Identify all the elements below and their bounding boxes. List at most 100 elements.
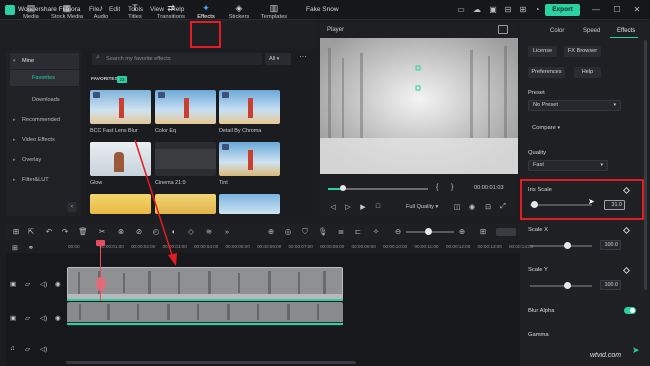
grid-view-icon[interactable]: ⊞: [478, 227, 488, 236]
crop-icon[interactable]: ⊡: [483, 203, 493, 211]
zoom-handle[interactable]: [425, 228, 432, 235]
layout-icon[interactable]: ⊞: [11, 227, 21, 236]
scale-y-value[interactable]: 100.0: [600, 280, 621, 290]
tab-stickers[interactable]: ◈ Stickers: [222, 2, 256, 26]
sidebar-item-favorites[interactable]: Favorites: [10, 70, 79, 86]
redo-icon[interactable]: ↷: [60, 227, 70, 236]
scale-x-slider[interactable]: [530, 245, 592, 247]
snapshot-icon[interactable]: ◫: [452, 203, 462, 211]
video-clip[interactable]: [67, 302, 343, 326]
tab-stock-media[interactable]: ▦ Stock Media: [48, 2, 86, 26]
scrubber-handle[interactable]: [340, 185, 346, 191]
close-icon[interactable]: ✕: [632, 5, 642, 15]
audio-stretch-icon[interactable]: ⊗: [116, 227, 126, 236]
preset-dropdown[interactable]: No Preset ▾: [528, 100, 621, 111]
snap-icon-tl[interactable]: ⊏: [353, 227, 363, 236]
speed-icon[interactable]: ◴: [151, 227, 161, 236]
eye-icon[interactable]: ◉: [55, 314, 61, 322]
iris-scale-slider[interactable]: [530, 204, 592, 206]
shield-icon[interactable]: ⛉: [300, 227, 310, 237]
tab-transitions[interactable]: ⇄ Transitions: [153, 2, 189, 26]
sidebar-item-mine[interactable]: ▾ Mine: [10, 53, 79, 69]
camera-icon[interactable]: ◉: [467, 203, 477, 211]
gift-icon[interactable]: ⊟: [503, 5, 513, 15]
tab-speed[interactable]: Speed: [583, 28, 600, 34]
fx-browser-button[interactable]: FX Browser: [564, 46, 601, 57]
zoom-in-icon[interactable]: ⊕: [457, 227, 467, 236]
video-preview[interactable]: [320, 38, 518, 174]
sidebar-item-recommended[interactable]: ▸ Recommended: [10, 112, 79, 128]
zoom-out-icon[interactable]: ⊖: [393, 227, 403, 236]
add-track-icon[interactable]: ⊞: [12, 244, 18, 252]
image-icon[interactable]: [498, 25, 508, 34]
brace-left-icon[interactable]: {: [436, 184, 438, 191]
tab-templates[interactable]: ▥ Templates: [257, 2, 291, 26]
tab-titles[interactable]: T Titles: [118, 2, 152, 26]
tab-color[interactable]: Color: [550, 28, 564, 34]
undo-icon[interactable]: ↶: [44, 227, 54, 236]
voiceover-icon[interactable]: ≣: [336, 227, 346, 236]
scale-y-slider[interactable]: [530, 285, 592, 287]
playhead[interactable]: [100, 241, 101, 301]
iris-scale-handle[interactable]: [530, 201, 538, 208]
color-icon[interactable]: ◐: [169, 227, 179, 236]
play-back-icon[interactable]: ▷: [343, 203, 353, 211]
iris-scale-value[interactable]: 31.0: [604, 200, 625, 210]
effect-thumbnail[interactable]: [90, 90, 151, 124]
sidebar-item-filter-lut[interactable]: ▸ Filter&LUT: [10, 172, 79, 188]
render-icon[interactable]: ⊕: [266, 227, 276, 236]
expand-panel-icon[interactable]: ➤: [632, 345, 640, 356]
playhead-handle[interactable]: [96, 277, 106, 291]
scale-x-value[interactable]: 100.0: [600, 240, 621, 250]
tab-media[interactable]: ▤ Media: [14, 2, 48, 26]
effect-thumbnail[interactable]: [219, 142, 280, 176]
help-button[interactable]: Help: [574, 67, 601, 78]
effect-thumbnail[interactable]: [90, 142, 151, 176]
playhead-marker[interactable]: [96, 240, 105, 246]
effect-thumbnail[interactable]: [219, 194, 280, 214]
effect-thumbnail[interactable]: [155, 90, 216, 124]
properties-scrollbar[interactable]: [644, 40, 647, 290]
collapse-sidebar-button[interactable]: ‹: [67, 202, 77, 212]
timeline-settings-button[interactable]: [496, 228, 516, 236]
volume-icon[interactable]: ◁): [40, 345, 47, 353]
sidebar-item-overlay[interactable]: ▸ Overlay: [10, 152, 79, 168]
previous-frame-icon[interactable]: ◁: [328, 203, 338, 211]
tab-effects-props[interactable]: Effects: [617, 28, 635, 34]
video-clip[interactable]: [67, 267, 343, 300]
adjust-icon[interactable]: ≋: [204, 227, 214, 236]
grid-icon[interactable]: ⊞: [518, 5, 528, 15]
keyframe-tool-icon[interactable]: ◇: [186, 227, 196, 236]
marker-icon[interactable]: ◎: [283, 227, 293, 236]
cloud-icon[interactable]: ☁: [472, 5, 482, 15]
sidebar-item-downloads[interactable]: Downloads: [10, 92, 79, 108]
eye-icon[interactable]: ◉: [55, 280, 61, 288]
more-tools-icon[interactable]: »: [222, 227, 232, 236]
effect-thumbnail[interactable]: [155, 194, 216, 214]
effect-thumbnail[interactable]: [155, 142, 216, 176]
quality-select[interactable]: Fast ▾: [528, 160, 608, 171]
monitor-icon[interactable]: ▭: [456, 5, 466, 15]
effect-thumbnail[interactable]: [90, 194, 151, 214]
split-icon[interactable]: ✂: [97, 227, 107, 236]
folder-icon[interactable]: ▱: [25, 314, 30, 322]
delete-icon[interactable]: 🗑: [78, 227, 88, 236]
fullscreen-icon[interactable]: ⤢: [498, 203, 508, 211]
sidebar-item-video-effects[interactable]: ▸ Video Effects: [10, 132, 79, 148]
volume-icon[interactable]: ◁): [40, 314, 47, 322]
blur-alpha-toggle[interactable]: [624, 307, 636, 314]
quality-dropdown[interactable]: Full Quality ▾: [406, 204, 438, 210]
search-input[interactable]: ⌕ Search my favorite effects: [92, 53, 262, 65]
folder-icon[interactable]: ▱: [25, 345, 30, 353]
preferences-button[interactable]: Preferences: [528, 67, 565, 78]
play-icon[interactable]: ▶: [358, 203, 368, 211]
export-button[interactable]: Export: [545, 4, 580, 16]
mic-icon[interactable]: 🎙: [318, 227, 328, 236]
stop-icon[interactable]: □: [373, 203, 383, 210]
save-icon[interactable]: ▣: [488, 5, 498, 15]
ai-icon[interactable]: ✧: [371, 227, 381, 236]
license-button[interactable]: License: [528, 46, 557, 57]
link-icon[interactable]: ⚭: [28, 244, 34, 252]
filter-dropdown[interactable]: All ▾: [265, 53, 291, 65]
compare-dropdown[interactable]: Compare ▾: [532, 125, 560, 131]
